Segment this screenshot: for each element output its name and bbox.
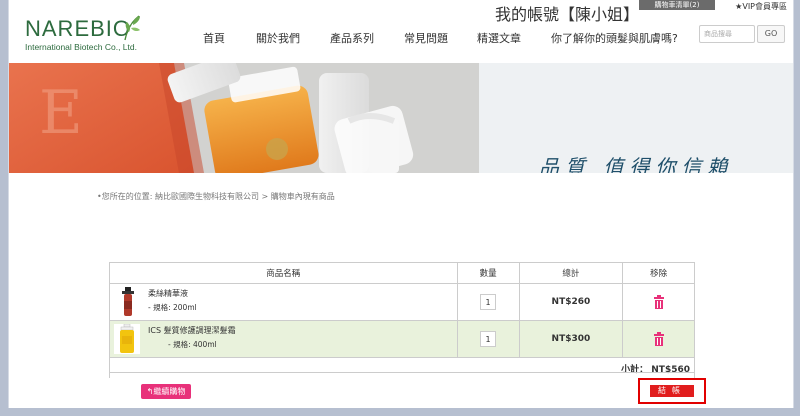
remove-cell (622, 320, 695, 358)
banner-slogan: 品質 值得你信賴 (539, 155, 734, 173)
quantity-cell: 1 (456, 283, 520, 321)
vip-zone-link[interactable]: ★VIP會員專區 (735, 1, 787, 12)
breadcrumb: •您所在的位置: 納比歐國際生物科技有限公司 > 購物車內現有商品 (97, 192, 335, 201)
page-frame: 我的帳號【陳小姐】 購物車清單(2) ★VIP會員專區 NAREBIO Inte… (8, 0, 794, 408)
checkout-button[interactable]: 結帳 (650, 385, 694, 397)
search-go-button[interactable]: GO (757, 25, 785, 43)
search-input[interactable] (699, 25, 755, 43)
subtotal-text: 小計： NT$560 (109, 357, 695, 378)
svg-text:E: E (39, 78, 83, 148)
main-nav: 首頁 關於我們 產品系列 常見問題 精選文章 你了解你的頭髮與肌膚嗎? (9, 30, 793, 46)
product-cell: ICS 髮質修護調理潔髮霜 - 規格: 400ml (109, 320, 458, 358)
cart-list-button[interactable]: 購物車清單(2) (639, 0, 715, 10)
header-product-name: 商品名稱 (109, 262, 458, 284)
cart-table: 商品名稱 數量 總計 移除 柔絲精華液 - 規格: 200ml 1 NT$260… (109, 262, 695, 378)
product-cell: 柔絲精華液 - 規格: 200ml (109, 283, 458, 321)
subtotal-row: 小計： NT$560 (109, 357, 695, 378)
product-spec: - 規格: 200ml (148, 303, 197, 312)
cart-row: 柔絲精華液 - 規格: 200ml 1 NT$260 (109, 283, 695, 321)
item-total: NT$260 (518, 283, 624, 321)
trash-icon[interactable] (653, 295, 665, 309)
divider (109, 372, 695, 373)
cart-table-wrapper: 商品名稱 數量 總計 移除 柔絲精華液 - 規格: 200ml 1 NT$260… (109, 262, 695, 378)
nav-item-about[interactable]: 關於我們 (256, 30, 300, 46)
continue-shopping-label: 繼續購物 (153, 387, 186, 396)
product-name[interactable]: 柔絲精華液 (148, 288, 188, 299)
nav-item-hair-skin[interactable]: 你了解你的頭髮與肌膚嗎? (551, 30, 678, 46)
header-total: 總計 (518, 262, 624, 284)
hero-banner: E 品質 值得你信賴 (9, 63, 793, 173)
quantity-input[interactable]: 1 (480, 294, 497, 310)
continue-shopping-button[interactable]: ↰繼續購物 (141, 384, 191, 399)
product-name[interactable]: ICS 髮質修護調理潔髮霜 (148, 325, 236, 336)
trash-icon[interactable] (653, 332, 665, 346)
remove-cell (622, 283, 695, 321)
product-thumbnail[interactable] (114, 324, 140, 354)
member-account-link[interactable]: 我的帳號【陳小姐】 (495, 1, 639, 25)
item-total: NT$300 (518, 320, 624, 358)
nav-item-articles[interactable]: 精選文章 (477, 30, 521, 46)
quantity-cell: 1 (456, 320, 520, 358)
nav-item-faq[interactable]: 常見問題 (404, 30, 448, 46)
nav-item-home[interactable]: 首頁 (203, 30, 225, 46)
quantity-input[interactable]: 1 (480, 331, 497, 347)
checkout-highlight: 結帳 (638, 378, 706, 404)
product-thumbnail[interactable] (114, 287, 140, 317)
product-spec: - 規格: 400ml (168, 340, 217, 349)
header-remove: 移除 (622, 262, 695, 284)
header-quantity: 數量 (456, 262, 520, 284)
cart-row: ICS 髮質修護調理潔髮霜 - 規格: 400ml 1 NT$300 (109, 320, 695, 358)
nav-item-products[interactable]: 產品系列 (330, 30, 374, 46)
